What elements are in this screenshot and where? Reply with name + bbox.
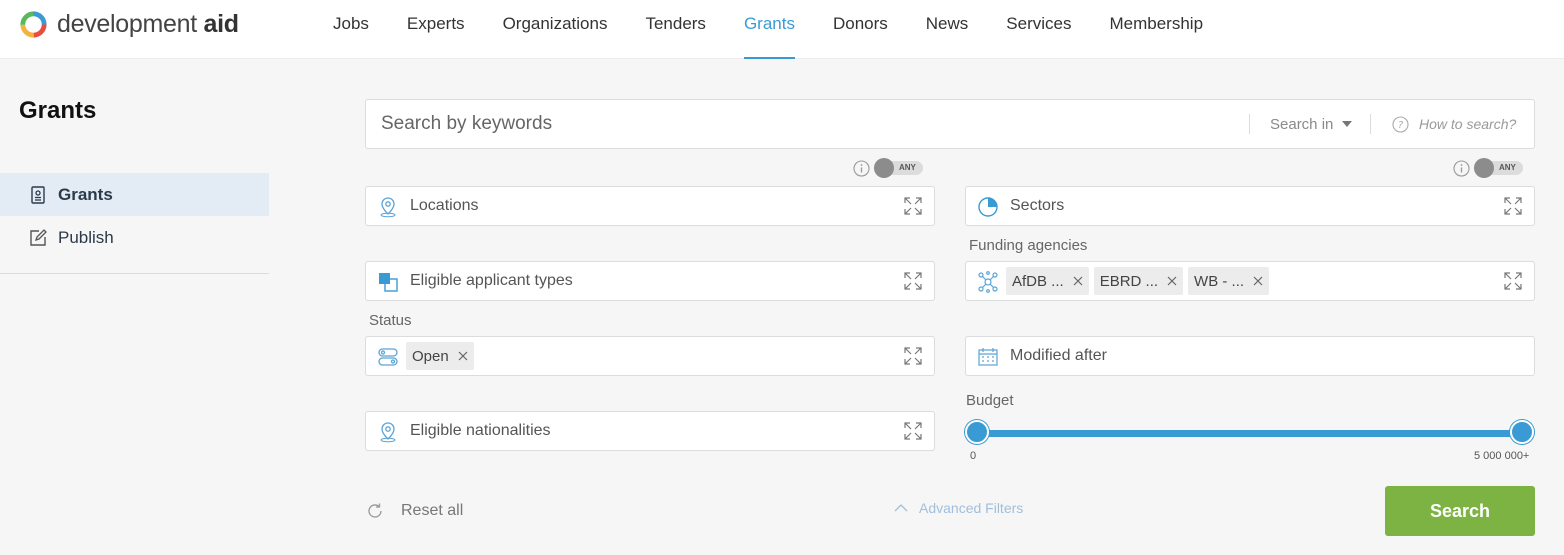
toggle-label: ANY bbox=[1499, 163, 1516, 172]
status-chip: Open bbox=[406, 342, 474, 370]
expand-icon[interactable] bbox=[904, 272, 922, 290]
remove-chip-icon[interactable] bbox=[1073, 276, 1083, 286]
expand-icon[interactable] bbox=[904, 347, 922, 365]
locations-match-toggle-group: ANY bbox=[853, 158, 923, 178]
status-field[interactable]: Open bbox=[365, 336, 935, 376]
svg-text:?: ? bbox=[1398, 120, 1404, 131]
nav-organizations[interactable]: Organizations bbox=[484, 0, 627, 59]
funding-agencies-field[interactable]: AfDB ... EBRD ... WB - ... bbox=[965, 261, 1535, 301]
how-to-search-link[interactable]: ? How to search? bbox=[1392, 100, 1516, 148]
nav-tenders[interactable]: Tenders bbox=[626, 0, 724, 59]
pie-chart-icon bbox=[977, 196, 999, 218]
search-input[interactable] bbox=[366, 100, 1246, 148]
nav-membership[interactable]: Membership bbox=[1090, 0, 1222, 59]
field-label: Sectors bbox=[1010, 197, 1065, 214]
sectors-match-toggle-group: ANY bbox=[1453, 158, 1523, 178]
toggle-knob bbox=[1474, 158, 1494, 178]
status-chips: Open bbox=[406, 342, 479, 370]
field-label: Eligible nationalities bbox=[410, 422, 551, 439]
search-button[interactable]: Search bbox=[1385, 486, 1535, 536]
budget-max-handle[interactable] bbox=[1510, 420, 1534, 444]
edit-icon bbox=[28, 228, 48, 248]
chip-label: WB - ... bbox=[1194, 272, 1245, 290]
network-icon bbox=[977, 271, 999, 293]
expand-icon[interactable] bbox=[1504, 197, 1522, 215]
nav-donors[interactable]: Donors bbox=[814, 0, 907, 59]
keyword-search-box: Search in ? How to search? bbox=[365, 99, 1535, 149]
logo-text-prefix: development bbox=[57, 9, 197, 38]
chip-label: EBRD ... bbox=[1099, 272, 1159, 290]
remove-chip-icon[interactable] bbox=[1253, 276, 1263, 286]
funding-agency-chip: WB - ... bbox=[1188, 267, 1270, 295]
remove-chip-icon[interactable] bbox=[458, 351, 468, 361]
eligible-nationalities-field[interactable]: Eligible nationalities bbox=[365, 411, 935, 451]
search-separator bbox=[1249, 114, 1250, 134]
sidebar-item-label: Grants bbox=[58, 184, 113, 204]
top-navigation-bar: development aid Jobs Experts Organizatio… bbox=[0, 0, 1564, 59]
applicant-types-icon bbox=[377, 271, 399, 293]
help-icon: ? bbox=[1392, 115, 1409, 133]
refresh-icon bbox=[366, 502, 384, 520]
funding-agency-chip: EBRD ... bbox=[1093, 267, 1184, 295]
location-pin-icon bbox=[377, 196, 399, 218]
sidebar-divider bbox=[0, 273, 269, 274]
calendar-icon bbox=[977, 346, 999, 368]
toggle-label: ANY bbox=[899, 163, 916, 172]
chip-label: Open bbox=[412, 347, 449, 365]
nav-jobs[interactable]: Jobs bbox=[314, 0, 388, 59]
toggle-knob bbox=[874, 158, 894, 178]
advanced-filters-toggle[interactable]: Advanced Filters bbox=[894, 498, 1023, 518]
expand-icon[interactable] bbox=[1504, 272, 1522, 290]
eligible-applicant-types-field[interactable]: Eligible applicant types bbox=[365, 261, 935, 301]
search-in-dropdown[interactable]: Search in bbox=[1270, 100, 1353, 148]
field-label: Eligible applicant types bbox=[410, 272, 573, 289]
caret-down-icon bbox=[1342, 121, 1353, 127]
info-icon[interactable] bbox=[1453, 159, 1470, 177]
nav-experts[interactable]: Experts bbox=[388, 0, 484, 59]
expand-icon[interactable] bbox=[904, 197, 922, 215]
remove-chip-icon[interactable] bbox=[1167, 276, 1177, 286]
funding-agency-chip: AfDB ... bbox=[1006, 267, 1089, 295]
sidebar-item-publish[interactable]: Publish bbox=[0, 216, 269, 259]
logo[interactable]: development aid bbox=[18, 8, 239, 40]
sidebar-item-grants[interactable]: Grants bbox=[0, 173, 269, 216]
logo-text: development aid bbox=[57, 10, 239, 39]
info-icon[interactable] bbox=[853, 159, 870, 177]
budget-slider-track[interactable] bbox=[977, 430, 1522, 437]
budget-min-label: 0 bbox=[970, 450, 977, 462]
reset-all-button[interactable]: Reset all bbox=[366, 498, 463, 524]
sidebar-item-label: Publish bbox=[58, 227, 114, 247]
modified-after-field[interactable]: Modified after bbox=[965, 336, 1535, 376]
status-icon bbox=[377, 346, 399, 368]
search-in-label: Search in bbox=[1270, 115, 1334, 133]
field-label: Locations bbox=[410, 197, 479, 214]
sectors-any-toggle[interactable]: ANY bbox=[1474, 158, 1523, 178]
status-caption: Status bbox=[369, 312, 412, 329]
sidebar-title: Grants bbox=[19, 97, 97, 124]
budget-caption: Budget bbox=[966, 392, 1014, 409]
budget-max-label: 5 000 000+ bbox=[1474, 450, 1530, 462]
nav-news[interactable]: News bbox=[907, 0, 988, 59]
document-icon bbox=[28, 185, 48, 205]
funding-agencies-chips: AfDB ... EBRD ... WB - ... bbox=[1006, 267, 1274, 295]
nav-services[interactable]: Services bbox=[987, 0, 1090, 59]
sectors-field[interactable]: Sectors bbox=[965, 186, 1535, 226]
location-pin-icon bbox=[377, 421, 399, 443]
funding-agencies-caption: Funding agencies bbox=[969, 237, 1088, 254]
search-separator bbox=[1370, 114, 1371, 134]
main-nav: Jobs Experts Organizations Tenders Grant… bbox=[314, 0, 1222, 59]
chip-label: AfDB ... bbox=[1012, 272, 1064, 290]
how-to-search-label: How to search? bbox=[1419, 116, 1517, 132]
expand-icon[interactable] bbox=[904, 422, 922, 440]
locations-any-toggle[interactable]: ANY bbox=[874, 158, 923, 178]
chevron-up-icon bbox=[894, 503, 908, 513]
locations-field[interactable]: Locations bbox=[365, 186, 935, 226]
field-label: Modified after bbox=[1010, 347, 1107, 364]
budget-min-handle[interactable] bbox=[965, 420, 989, 444]
reset-all-label: Reset all bbox=[401, 502, 464, 519]
logo-text-suffix: aid bbox=[203, 9, 240, 38]
nav-grants[interactable]: Grants bbox=[725, 0, 814, 59]
advanced-filters-label: Advanced Filters bbox=[919, 500, 1024, 516]
logo-icon bbox=[20, 10, 47, 38]
